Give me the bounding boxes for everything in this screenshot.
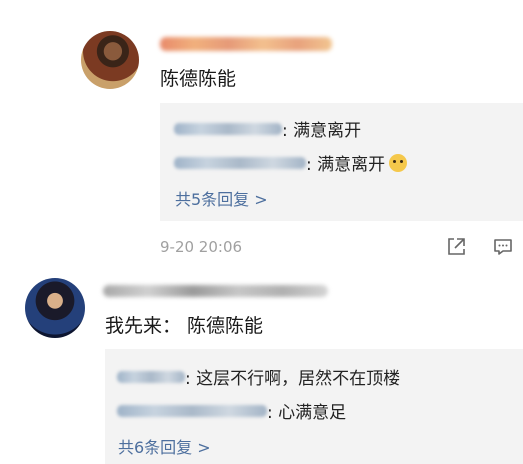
- comment-icon[interactable]: [492, 236, 514, 258]
- cat-face-emoji-icon: [389, 153, 408, 172]
- reply-item[interactable]: : 心满意足: [117, 398, 346, 423]
- reply-text: : 满意离开: [306, 155, 386, 175]
- timestamp: 9-20 20:06: [160, 238, 243, 256]
- reply-username-redacted[interactable]: [117, 370, 185, 383]
- username-redacted[interactable]: [160, 37, 332, 51]
- reply-box[interactable]: : 这层不行啊，居然不在顶楼 : 心满意足 共6条回复 >: [105, 349, 523, 464]
- comment-text: 我先来： 陈德陈能: [105, 315, 264, 337]
- reply-username-redacted[interactable]: [174, 122, 282, 135]
- reply-username-redacted[interactable]: [117, 404, 267, 417]
- reply-box[interactable]: : 满意离开 : 满意离开 共5条回复 >: [160, 103, 523, 221]
- avatar[interactable]: [81, 31, 139, 89]
- reply-text: : 满意离开: [282, 121, 362, 141]
- comment-text: 陈德陈能: [160, 68, 237, 90]
- avatar[interactable]: [25, 278, 85, 338]
- more-replies-link[interactable]: 共5条回复 >: [175, 186, 268, 210]
- reply-item[interactable]: : 满意离开: [174, 150, 408, 175]
- reply-text: : 这层不行啊，居然不在顶楼: [185, 369, 401, 389]
- reply-item[interactable]: : 满意离开: [174, 116, 361, 141]
- reply-text: : 心满意足: [267, 403, 347, 423]
- reply-username-redacted[interactable]: [174, 156, 306, 169]
- more-replies-link[interactable]: 共6条回复 >: [118, 434, 211, 458]
- username-redacted[interactable]: [103, 285, 328, 297]
- share-icon[interactable]: [445, 236, 467, 258]
- reply-item[interactable]: : 这层不行啊，居然不在顶楼: [117, 364, 400, 389]
